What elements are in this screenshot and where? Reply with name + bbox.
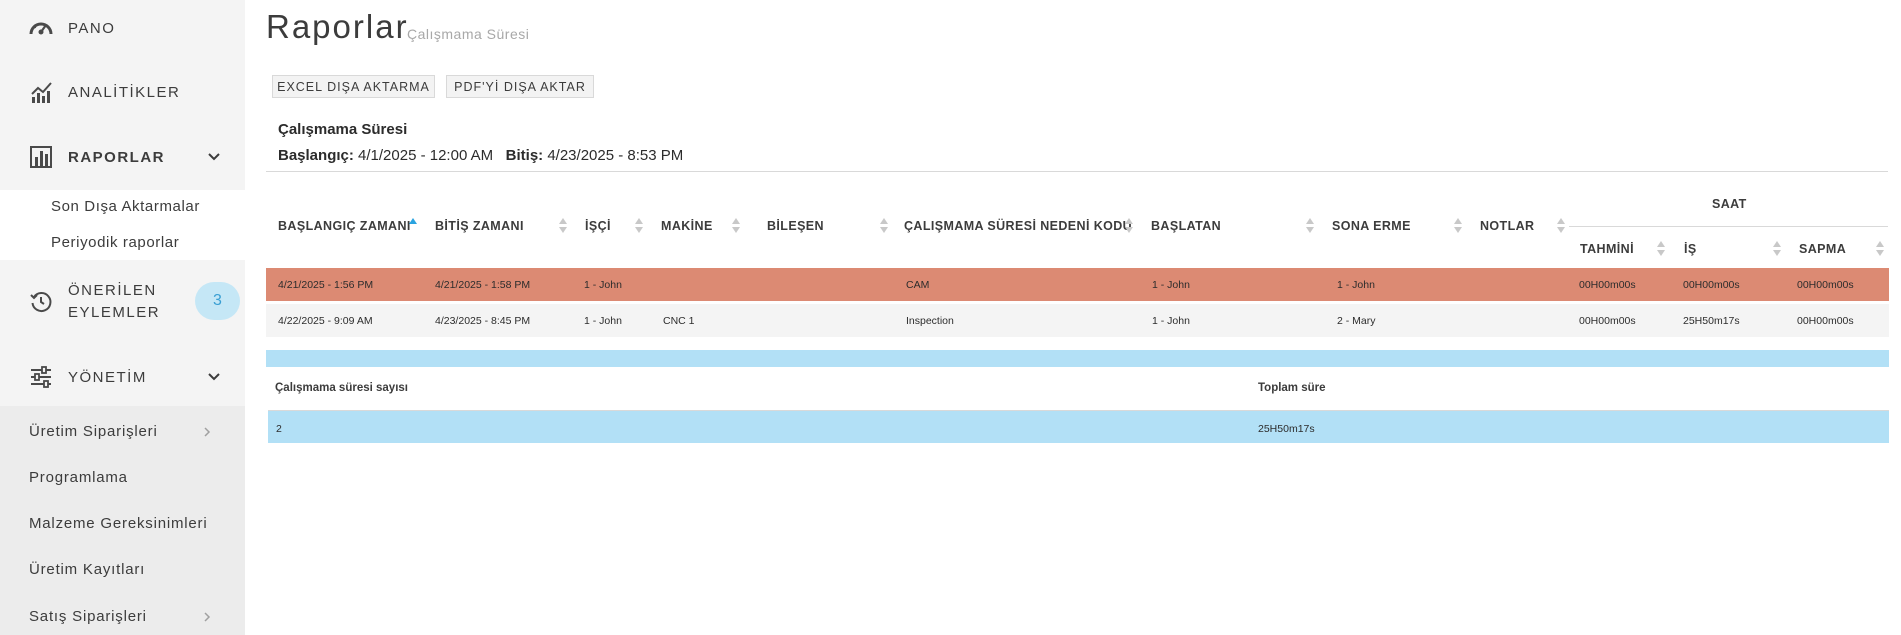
col-header-end[interactable]: BİTİŞ ZAMANI <box>435 219 524 233</box>
sort-icon[interactable] <box>1657 241 1665 257</box>
group-header-saat: SAAT <box>1712 197 1747 211</box>
pdf-export-button[interactable]: PDF'Yİ DIŞA AKTAR <box>446 75 594 98</box>
nav-raporlar-label: RAPORLAR <box>68 148 165 166</box>
sort-icon[interactable] <box>409 218 417 234</box>
speedometer-icon <box>28 16 54 40</box>
col-header-start[interactable]: BAŞLANGIÇ ZAMANI <box>278 219 411 233</box>
date-range: Başlangıç: 4/1/2025 - 12:00 AM Bitiş: 4/… <box>278 147 683 164</box>
cell-variance: 00H00m00s <box>1797 279 1854 291</box>
history-icon <box>28 290 54 314</box>
sort-icon[interactable] <box>880 218 888 234</box>
cell-estimated: 00H00m00s <box>1579 315 1636 327</box>
nav-onerilen-label: ÖNERİLEN EYLEMLER <box>68 280 160 324</box>
sidebar-item-label: Üretim Kayıtları <box>29 561 146 578</box>
cell-started-by: 1 - John <box>1152 315 1190 327</box>
cell-reason: Inspection <box>906 315 954 327</box>
divider <box>266 171 1888 172</box>
page-subtitle: Çalışmama Süresi <box>407 26 530 42</box>
sidebar-item-uretim-kayitlari[interactable]: Üretim Kayıtları <box>29 561 239 578</box>
cell-reason: CAM <box>906 279 930 291</box>
summary-total-value: 25H50m17s <box>1258 423 1315 435</box>
col-header-notes[interactable]: NOTLAR <box>1480 219 1534 233</box>
page-title: Raporlar <box>266 8 409 45</box>
col-header-machine[interactable]: MAKİNE <box>661 219 713 233</box>
bar-chart-icon <box>28 145 54 169</box>
sidebar-item-label: Programlama <box>29 469 128 486</box>
col-header-work[interactable]: İŞ <box>1684 242 1697 256</box>
cell-worker: 1 - John <box>584 279 622 291</box>
sort-icon[interactable] <box>1454 218 1462 234</box>
sidebar-item-label: Üretim Siparişleri <box>29 423 158 440</box>
sort-icon[interactable] <box>635 218 643 234</box>
sidebar-item-periyodik-raporlar[interactable]: Periyodik raporlar <box>51 234 179 251</box>
summary-row: 2 25H50m17s <box>268 410 1889 443</box>
sidebar-item-programlama[interactable]: Programlama <box>29 469 239 486</box>
col-header-worker[interactable]: İŞÇİ <box>585 219 611 233</box>
sort-icon[interactable] <box>1773 241 1781 257</box>
group-header-divider <box>1569 226 1888 227</box>
cell-ended-by: 2 - Mary <box>1337 315 1376 327</box>
col-header-variance[interactable]: SAPMA <box>1799 242 1846 256</box>
col-header-component[interactable]: BİLEŞEN <box>767 219 824 233</box>
nav-raporlar[interactable]: RAPORLAR <box>0 127 245 187</box>
sidebar-item-label: Satış Siparişleri <box>29 608 147 625</box>
summary-total-header: Toplam süre <box>1258 382 1326 394</box>
chevron-right-icon <box>203 425 211 442</box>
sidebar-item-label: Malzeme Gereksinimleri <box>29 515 208 532</box>
sort-icon[interactable] <box>1557 218 1565 234</box>
cell-end: 4/21/2025 - 1:58 PM <box>435 279 531 291</box>
col-header-estimated[interactable]: TAHMİNİ <box>1580 242 1634 256</box>
nav-analitikler-label: ANALİTİKLER <box>68 83 181 101</box>
cell-start: 4/21/2025 - 1:56 PM <box>278 279 374 291</box>
nav-yonetim-label: YÖNETİM <box>68 368 147 386</box>
cell-work: 00H00m00s <box>1683 279 1740 291</box>
count-badge: 3 <box>195 282 240 320</box>
col-header-started-by[interactable]: BAŞLATAN <box>1151 219 1221 233</box>
sort-icon[interactable] <box>1306 218 1314 234</box>
sidebar-item-malzeme-gereksinimleri[interactable]: Malzeme Gereksinimleri <box>29 515 239 532</box>
end-value: 4/23/2025 - 8:53 PM <box>547 147 684 164</box>
excel-export-button[interactable]: EXCEL DIŞA AKTARMA <box>272 75 435 98</box>
cell-variance: 00H00m00s <box>1797 315 1854 327</box>
sort-icon[interactable] <box>559 218 567 234</box>
sidebar-item-satis-siparisleri[interactable]: Satış Siparişleri <box>29 608 239 625</box>
chevron-right-icon <box>203 610 211 627</box>
summary-count-value: 2 <box>276 423 282 435</box>
nav-yonetim[interactable]: YÖNETİM <box>0 347 245 407</box>
line-chart-icon <box>28 80 54 104</box>
chevron-down-icon[interactable] <box>207 150 221 164</box>
sidebar-item-son-disa-aktarmalar[interactable]: Son Dışa Aktarmalar <box>51 198 200 215</box>
sidebar: PANO ANALİTİKLER RAPORLAR Son Dışa Aktar… <box>0 0 245 635</box>
cell-estimated: 00H00m00s <box>1579 279 1636 291</box>
sort-icon[interactable] <box>1876 241 1884 257</box>
cell-work: 25H50m17s <box>1683 315 1740 327</box>
nav-pano-label: PANO <box>68 19 116 37</box>
sort-icon[interactable] <box>1125 218 1133 234</box>
table-row[interactable]: 4/21/2025 - 1:56 PM 4/21/2025 - 1:58 PM … <box>266 268 1889 301</box>
nav-onerilen-line1: ÖNERİLEN <box>68 282 157 299</box>
start-label: Başlangıç: <box>278 147 354 164</box>
chevron-down-icon[interactable] <box>207 370 221 384</box>
col-header-reason[interactable]: ÇALIŞMAMA SÜRESİ NEDENİ KODU <box>904 219 1132 233</box>
sliders-icon <box>28 365 54 389</box>
nav-onerilen-line2: EYLEMLER <box>68 304 161 321</box>
raporlar-submenu: Son Dışa Aktarmalar Periyodik raporlar <box>0 190 245 260</box>
cell-worker: 1 - John <box>584 315 622 327</box>
sidebar-item-uretim-siparisleri[interactable]: Üretim Siparişleri <box>29 423 239 440</box>
cell-ended-by: 1 - John <box>1337 279 1375 291</box>
col-header-ended-by[interactable]: SONA ERME <box>1332 219 1411 233</box>
nav-pano[interactable]: PANO <box>0 0 245 58</box>
cell-end: 4/23/2025 - 8:45 PM <box>435 315 531 327</box>
cell-machine: CNC 1 <box>663 315 695 327</box>
cell-start: 4/22/2025 - 9:09 AM <box>278 315 373 327</box>
nav-analitikler[interactable]: ANALİTİKLER <box>0 62 245 122</box>
table-row[interactable]: 4/22/2025 - 9:09 AM 4/23/2025 - 8:45 PM … <box>266 304 1889 337</box>
start-value: 4/1/2025 - 12:00 AM <box>358 147 494 164</box>
end-label: Bitiş: <box>505 147 544 164</box>
summary-count-header: Çalışmama süresi sayısı <box>275 382 408 394</box>
sort-icon[interactable] <box>732 218 740 234</box>
cell-started-by: 1 - John <box>1152 279 1190 291</box>
report-title: Çalışmama Süresi <box>278 121 408 138</box>
summary-divider-bar <box>266 350 1889 367</box>
